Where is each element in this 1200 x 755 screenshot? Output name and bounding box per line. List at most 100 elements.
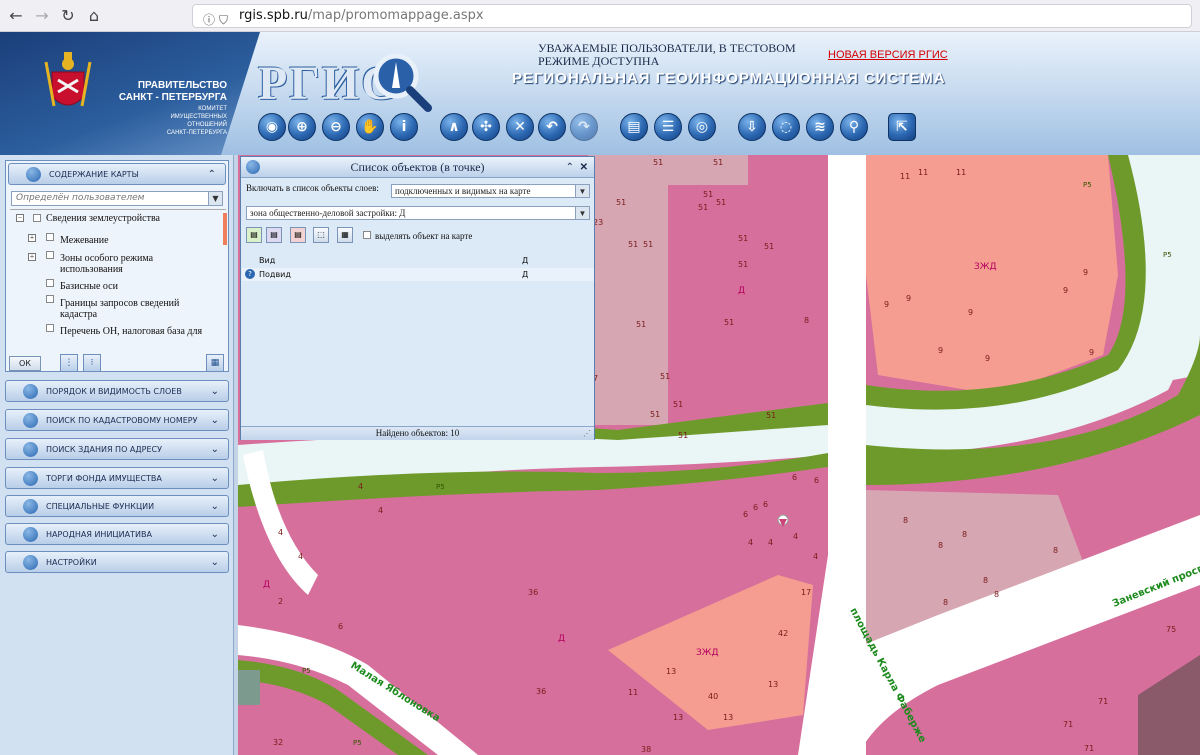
- panel-settings[interactable]: НАСТРОЙКИ ⌄: [5, 551, 229, 573]
- tree-expand-icon[interactable]: +: [28, 253, 36, 261]
- dropdown-arrow-icon[interactable]: ▼: [575, 207, 589, 219]
- popup-title: Список объектов (в точке): [350, 160, 485, 174]
- export-icon[interactable]: ⇱: [888, 113, 916, 141]
- panel-property-auctions[interactable]: ТОРГИ ФОНДА ИМУЩЕСТВА ⌄: [5, 467, 229, 489]
- list-icon[interactable]: ☰: [654, 113, 682, 141]
- tree-item-label[interactable]: Перечень ОН, налоговая база для которых …: [60, 326, 225, 337]
- measure-compass-icon[interactable]: ∧: [440, 113, 468, 141]
- ok-button[interactable]: ОК: [9, 356, 41, 371]
- svg-text:51: 51: [738, 234, 748, 243]
- map-content-header[interactable]: СОДЕРЖАНИЕ КАРТЫ ⌃: [8, 163, 226, 185]
- print-icon[interactable]: ▤: [620, 113, 648, 141]
- zoom-out-icon[interactable]: ⊖: [322, 113, 350, 141]
- left-sidebar: СОДЕРЖАНИЕ КАРТЫ ⌃ Определён пользовател…: [0, 155, 234, 755]
- committee-line: САНКТ-ПЕТЕРБУРГА: [166, 130, 227, 136]
- tree-item-label[interactable]: Базисные оси: [60, 281, 118, 292]
- svg-text:8: 8: [1053, 546, 1058, 555]
- layer-checkbox[interactable]: [46, 324, 54, 332]
- include-select-value: подключенных и видимых на карте: [395, 186, 531, 196]
- column-header: Д: [522, 256, 529, 265]
- svg-text:36: 36: [528, 588, 538, 597]
- expand-all-icon[interactable]: ⁝: [83, 354, 101, 372]
- clear-icon[interactable]: ✕: [506, 113, 534, 141]
- tree-scrollbar[interactable]: [223, 213, 227, 245]
- close-icon[interactable]: ✕: [580, 157, 588, 178]
- collapse-icon[interactable]: ⌃: [566, 157, 574, 178]
- info-icon[interactable]: i: [390, 113, 418, 141]
- table-row[interactable]: ? Подвид Д: [242, 268, 594, 281]
- new-version-link[interactable]: НОВАЯ ВЕРСИЯ РГИС: [828, 49, 948, 61]
- tree-item-label[interactable]: Межевание: [60, 235, 109, 246]
- layer-select[interactable]: зона общественно-деловой застройки: Д ▼: [246, 206, 590, 220]
- map-content-panel: СОДЕРЖАНИЕ КАРТЫ ⌃ Определён пользовател…: [5, 160, 229, 372]
- comment-icon[interactable]: ◌: [772, 113, 800, 141]
- panel-settings-icon[interactable]: ▦: [206, 354, 224, 372]
- expand-chevron-icon[interactable]: ⌄: [211, 381, 219, 402]
- pan-hand-icon[interactable]: ✋: [356, 113, 384, 141]
- expand-chevron-icon[interactable]: ⌄: [211, 468, 219, 489]
- row-value: Д: [522, 270, 529, 279]
- svg-text:13: 13: [673, 713, 683, 722]
- export-red-icon[interactable]: ▤: [290, 227, 306, 243]
- svg-text:6: 6: [814, 476, 819, 485]
- layer-checkbox[interactable]: [33, 214, 41, 222]
- layer-select-value: зона общественно-деловой застройки: Д: [250, 208, 406, 218]
- shield-icon[interactable]: ⛉: [219, 9, 228, 31]
- layer-checkbox[interactable]: [46, 251, 54, 259]
- layer-checkbox[interactable]: [46, 295, 54, 303]
- back-arrow-icon[interactable]: ←: [6, 6, 26, 26]
- svg-text:Р5: Р5: [302, 667, 311, 675]
- popup-titlebar[interactable]: Список объектов (в точке) ⌃ ✕: [241, 157, 594, 178]
- export-green-icon[interactable]: ▤: [246, 227, 262, 243]
- svg-text:51: 51: [628, 240, 638, 249]
- tree-item-label[interactable]: Зоны особого режима использования: [60, 253, 200, 275]
- panel-cadastre-search[interactable]: ПОИСК ПО КАДАСТРОВОМУ НОМЕРУ ⌄: [5, 409, 229, 431]
- home-icon[interactable]: ⌂: [84, 6, 104, 26]
- layer-checkbox[interactable]: [46, 233, 54, 241]
- expand-chevron-icon[interactable]: ⌄: [211, 496, 219, 517]
- collapse-chevron-icon[interactable]: ⌃: [208, 164, 216, 185]
- info-circle-icon[interactable]: ⓘ: [203, 9, 215, 31]
- url-path: /map/promomappage.aspx: [307, 8, 484, 23]
- dropdown-arrow-icon[interactable]: ▼: [208, 192, 222, 205]
- zoom-in-icon[interactable]: ⊕: [288, 113, 316, 141]
- expand-chevron-icon[interactable]: ⌄: [211, 410, 219, 431]
- svg-text:51: 51: [643, 240, 653, 249]
- tree-expand-icon[interactable]: +: [28, 234, 36, 242]
- resize-grip-icon[interactable]: ⋰: [583, 427, 591, 440]
- reload-icon[interactable]: ↻: [58, 6, 78, 26]
- globe-refresh-icon[interactable]: ◎: [688, 113, 716, 141]
- user-defined-select[interactable]: Определён пользователем ▼: [11, 191, 223, 206]
- panel-public-initiative[interactable]: НАРОДНАЯ ИНИЦИАТИВА ⌄: [5, 523, 229, 545]
- browser-toolbar: ← → ↻ ⌂ ⓘ ⛉ rgis.spb.ru/map/promomappage…: [0, 0, 1200, 32]
- forward-arrow-icon[interactable]: →: [32, 6, 52, 26]
- forward-icon[interactable]: ↷: [570, 113, 598, 141]
- center-icon[interactable]: ✣: [472, 113, 500, 141]
- download-icon[interactable]: ⇩: [738, 113, 766, 141]
- help-icon[interactable]: ?: [245, 269, 255, 279]
- panel-special-functions[interactable]: СПЕЦИАЛЬНЫЕ ФУНКЦИИ ⌄: [5, 495, 229, 517]
- tree-item-label[interactable]: Сведения землеустройства: [46, 213, 160, 224]
- select-area-icon[interactable]: ⬚: [313, 227, 329, 243]
- expand-chevron-icon[interactable]: ⌄: [211, 439, 219, 460]
- tree-collapse-icon[interactable]: −: [16, 214, 24, 222]
- panel-address-search[interactable]: ПОИСК ЗДАНИЯ ПО АДРЕСУ ⌄: [5, 438, 229, 460]
- panel-layers-order[interactable]: ПОРЯДОК И ВИДИМОСТЬ СЛОЕВ ⌄: [5, 380, 229, 402]
- expand-chevron-icon[interactable]: ⌄: [211, 552, 219, 573]
- svg-text:71: 71: [1084, 744, 1094, 753]
- tree-item-label[interactable]: Границы запросов сведений кадастра: [60, 298, 210, 320]
- collapse-all-icon[interactable]: ⋮: [60, 354, 78, 372]
- back-icon[interactable]: ↶: [538, 113, 566, 141]
- layer-checkbox[interactable]: [46, 279, 54, 287]
- include-select[interactable]: подключенных и видимых на карте ▼: [391, 184, 590, 198]
- table-view-icon[interactable]: ▦: [337, 227, 353, 243]
- address-bar[interactable]: ⓘ ⛉ rgis.spb.ru/map/promomappage.aspx: [192, 4, 1192, 28]
- globe-icon[interactable]: ◉: [258, 113, 286, 141]
- rss-icon[interactable]: ≋: [806, 113, 834, 141]
- location-pin-icon[interactable]: ⚲: [840, 113, 868, 141]
- export-blue-icon[interactable]: ▤: [266, 227, 282, 243]
- expand-chevron-icon[interactable]: ⌄: [211, 524, 219, 545]
- highlight-checkbox[interactable]: [363, 231, 371, 239]
- svg-text:4: 4: [278, 528, 283, 537]
- dropdown-arrow-icon[interactable]: ▼: [575, 185, 589, 197]
